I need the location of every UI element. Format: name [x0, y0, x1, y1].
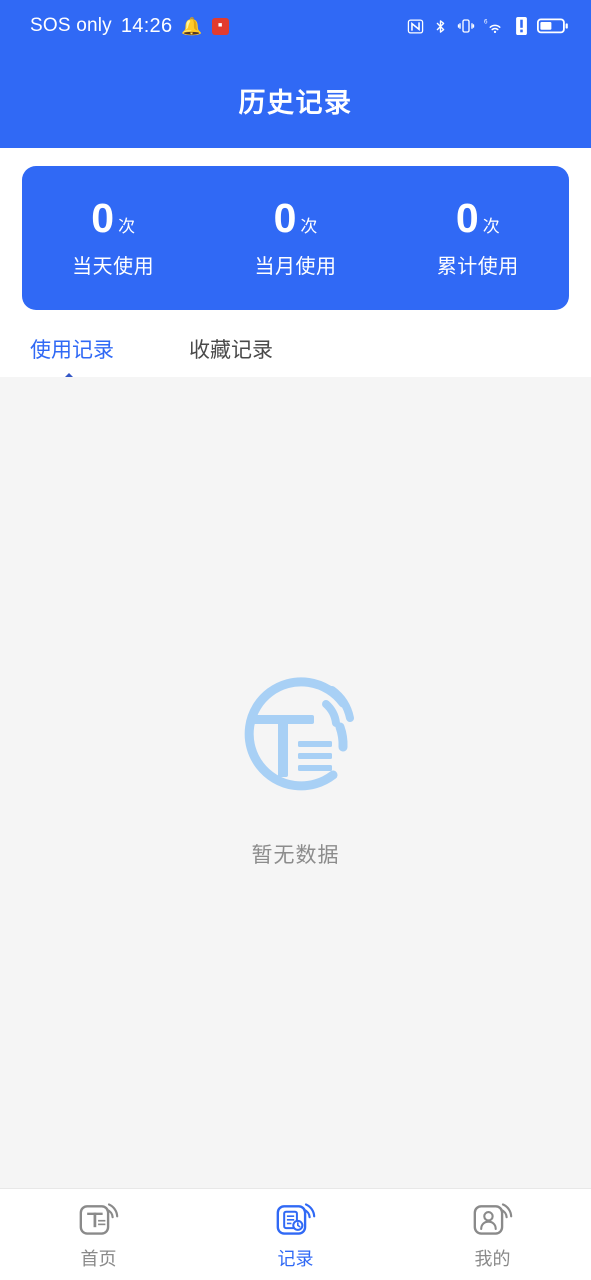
stats-card: 0 次 当天使用 0 次 当月使用 0 次 累计使用 — [22, 166, 569, 310]
stat-month-value: 0 — [273, 194, 297, 241]
wifi-6-icon: 6 — [484, 17, 506, 35]
t-signal-circle-logo — [244, 676, 354, 790]
records-document-clock-icon — [276, 1202, 315, 1235]
red-app-icon: ■ — [211, 17, 229, 35]
tab-favorite-records-label: 收藏记录 — [189, 339, 273, 362]
stat-total: 0 次 累计使用 — [387, 194, 569, 279]
stat-month-label: 当月使用 — [254, 255, 337, 278]
stat-today: 0 次 当天使用 — [22, 194, 204, 279]
svg-text:6: 6 — [484, 19, 488, 26]
page-title: 历史记录 — [238, 87, 353, 118]
nav-item-records-label: 记录 — [277, 1248, 314, 1269]
vibrate-icon — [457, 17, 475, 35]
bell-icon: 🔔 — [181, 16, 203, 36]
status-bar: SOS only 14:26 🔔 ■ 6 — [0, 0, 591, 52]
nav-item-records[interactable]: 记录 — [197, 1199, 394, 1271]
stat-month: 0 次 当月使用 — [204, 194, 386, 279]
tab-usage-records-label: 使用记录 — [30, 339, 114, 362]
tab-bar: 使用记录 收藏记录 — [0, 310, 591, 384]
status-bar-left: SOS only 14:26 🔔 ■ — [30, 15, 229, 38]
nav-item-profile-label: 我的 — [474, 1248, 511, 1269]
stat-today-value: 0 — [91, 194, 115, 241]
stat-total-label: 累计使用 — [436, 255, 519, 278]
home-t-signal-icon — [79, 1202, 118, 1235]
status-bar-right: 6 — [407, 17, 569, 36]
stat-today-unit: 次 — [118, 216, 136, 236]
alert-icon — [515, 17, 528, 35]
stat-month-value-row: 0 次 — [204, 194, 386, 241]
stat-total-value-row: 0 次 — [387, 194, 569, 241]
profile-person-icon — [473, 1202, 512, 1235]
stats-section: 0 次 当天使用 0 次 当月使用 0 次 累计使用 — [0, 148, 591, 310]
bottom-navigation: 首页 记录 我的 — [0, 1188, 591, 1280]
app-header: 历史记录 — [0, 52, 591, 148]
records-content-area: 暂无数据 — [0, 377, 591, 1188]
stat-total-unit: 次 — [482, 216, 500, 236]
stat-today-value-row: 0 次 — [22, 194, 204, 241]
bluetooth-icon — [433, 17, 448, 36]
tab-favorite-records[interactable]: 收藏记录 — [189, 334, 273, 364]
nav-item-home-label: 首页 — [80, 1248, 117, 1269]
nav-item-home[interactable]: 首页 — [0, 1199, 197, 1271]
battery-icon — [537, 17, 569, 35]
clock-label: 14:26 — [120, 14, 173, 37]
carrier-label: SOS only — [30, 15, 112, 36]
stat-today-label: 当天使用 — [72, 255, 155, 278]
nav-item-profile[interactable]: 我的 — [394, 1199, 591, 1271]
app-screen: SOS only 14:26 🔔 ■ 6 历史记录 0 次 当天使用 0 次 当… — [0, 0, 591, 1280]
empty-state: 暂无数据 — [216, 657, 376, 869]
nfc-icon — [407, 18, 424, 35]
empty-state-label: 暂无数据 — [251, 843, 340, 867]
tab-usage-records[interactable]: 使用记录 — [30, 334, 114, 364]
stat-month-unit: 次 — [300, 216, 318, 236]
stat-total-value: 0 — [455, 194, 479, 241]
